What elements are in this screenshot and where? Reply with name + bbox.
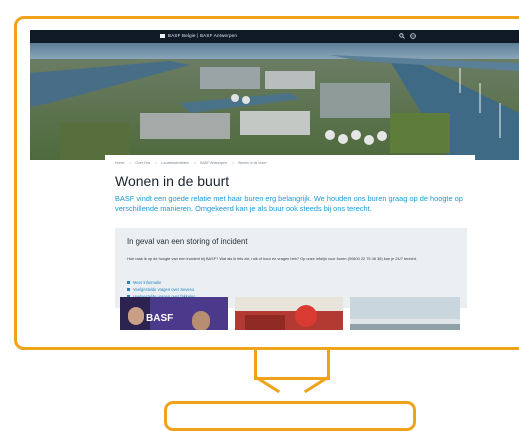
news-thumbnail[interactable]: [235, 297, 343, 330]
monitor-neck-bar: [254, 377, 330, 380]
breadcrumb-item[interactable]: BASF Antwerpen: [200, 161, 227, 165]
bullet-icon: [127, 281, 130, 285]
machinery: [245, 315, 285, 330]
basf-logo-icon: [160, 33, 165, 38]
incident-box: In geval van een storing of incident Hoe…: [115, 228, 467, 308]
monitor-neck: [254, 350, 330, 380]
basf-logo-text: BASF: [146, 313, 174, 324]
intro-text: BASF vindt een goede relatie met haar bu…: [115, 194, 463, 213]
news-thumbnail[interactable]: BASF: [120, 297, 228, 330]
thumb-ground: [350, 323, 460, 330]
incident-title: In geval van een storing of incident: [127, 237, 248, 246]
browser-screen: BASF Belgie | BASF Antwerpen Home > Over…: [30, 30, 519, 330]
breadcrumb-item[interactable]: Over Ons: [135, 161, 150, 165]
hero-aerial-photo: [30, 43, 519, 160]
link-label[interactable]: Veelgestelde vragen over Seveso: [133, 287, 194, 292]
site-header: BASF Belgie | BASF Antwerpen: [30, 30, 519, 43]
brand-text: BASF Belgie | BASF Antwerpen: [168, 33, 238, 38]
thumb-sky: [235, 297, 343, 311]
language-icon[interactable]: [410, 33, 416, 39]
breadcrumb-item[interactable]: Locatieactiviteiten: [161, 161, 189, 165]
helmet-figure: [295, 305, 317, 327]
bullet-icon: [127, 288, 130, 292]
news-thumbnail[interactable]: [350, 297, 460, 330]
thumb-horizon: [350, 319, 460, 324]
breadcrumb: Home > Over Ons > Locatieactiviteiten > BAS…: [115, 161, 267, 165]
person-figure: [128, 307, 144, 325]
search-icon[interactable]: [399, 33, 405, 39]
page-title: Wonen in de buurt: [115, 173, 230, 189]
person-figure: [192, 311, 210, 330]
incident-link[interactable]: Veelgestelde vragen over Seveso: [127, 287, 194, 292]
link-label[interactable]: Meer informatie: [133, 280, 161, 285]
incident-link[interactable]: Meer informatie: [127, 280, 161, 285]
brand-logo[interactable]: BASF Belgie | BASF Antwerpen: [160, 33, 237, 38]
breadcrumb-item[interactable]: Home: [115, 161, 124, 165]
monitor-base: [164, 401, 416, 431]
incident-question: Hoe raak ik op de hoogte van een inciden…: [127, 256, 417, 261]
breadcrumb-current: Wonen in de buurt: [237, 161, 267, 165]
